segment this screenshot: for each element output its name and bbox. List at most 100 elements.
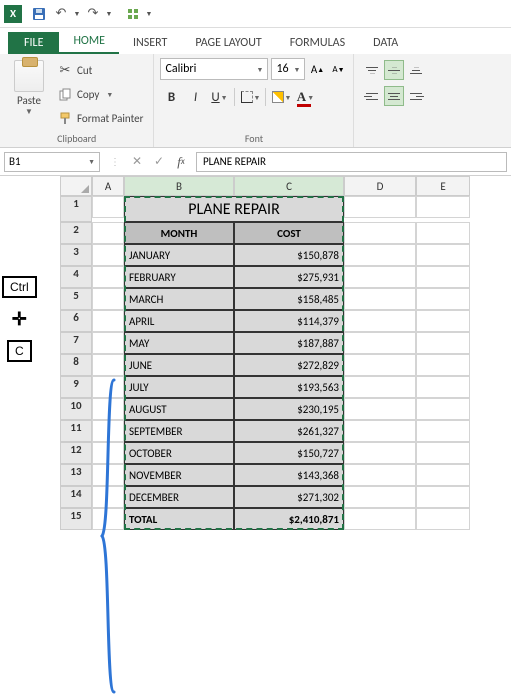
copy-dropdown-icon[interactable]: ▼ [106,90,113,99]
cell-month-3[interactable]: JANUARY [124,244,234,266]
align-center-button[interactable] [384,86,404,106]
cell-A11[interactable] [92,420,124,442]
row-header-3[interactable]: 3 [60,244,92,266]
font-size-select[interactable]: 16 ▼ [271,58,305,80]
cell-cost-13[interactable]: $143,368 [234,464,344,486]
cell-cost-5[interactable]: $158,485 [234,288,344,310]
spreadsheet-grid[interactable]: ABCDE1PLANE REPAIR2MONTHCOST3JANUARY$150… [60,176,511,530]
row-header-15[interactable]: 15 [60,508,92,530]
cell-D5[interactable] [344,288,416,310]
border-button[interactable]: ▼ [239,86,261,108]
cell-A1[interactable] [92,196,124,218]
cell-E7[interactable] [416,332,470,354]
cell-month-13[interactable]: NOVEMBER [124,464,234,486]
cell-cost-10[interactable]: $230,195 [234,398,344,420]
undo-dropdown[interactable]: ▼ [72,3,82,25]
row-header-4[interactable]: 4 [60,266,92,288]
cell-A10[interactable] [92,398,124,420]
cell-D9[interactable] [344,376,416,398]
format-painter-button[interactable]: Format Painter [58,108,143,128]
cell-E12[interactable] [416,442,470,464]
cell-A6[interactable] [92,310,124,332]
tab-home[interactable]: HOME [59,30,119,54]
cell-E3[interactable] [416,244,470,266]
align-middle-button[interactable] [384,60,404,80]
cell-A7[interactable] [92,332,124,354]
cell-D4[interactable] [344,266,416,288]
italic-button[interactable]: I [184,86,206,108]
font-color-button[interactable]: A▼ [294,86,316,108]
cell-month-10[interactable]: AUGUST [124,398,234,420]
redo-dropdown[interactable]: ▼ [104,3,114,25]
cell-month-8[interactable]: JUNE [124,354,234,376]
align-top-button[interactable] [362,60,382,80]
cell-cost-4[interactable]: $275,931 [234,266,344,288]
tab-formulas[interactable]: FORMULAS [276,32,359,54]
tab-file[interactable]: FILE [8,32,59,54]
cell-E15[interactable] [416,508,470,530]
cell-E13[interactable] [416,464,470,486]
redo-button[interactable]: ↷ [82,3,104,25]
align-right-button[interactable] [406,86,426,106]
row-header-10[interactable]: 10 [60,398,92,420]
cell-E11[interactable] [416,420,470,442]
row-header-2[interactable]: 2 [60,222,92,244]
bold-button[interactable]: B [160,86,182,108]
qat-customize-button[interactable] [122,3,144,25]
column-header-D[interactable]: D [344,176,416,196]
undo-button[interactable]: ↶ [50,3,72,25]
cell-E10[interactable] [416,398,470,420]
cell-month-4[interactable]: FEBRUARY [124,266,234,288]
cell-A9[interactable] [92,376,124,398]
cell-cost-12[interactable]: $150,727 [234,442,344,464]
cell-A8[interactable] [92,354,124,376]
cell-month-14[interactable]: DECEMBER [124,486,234,508]
row-header-1[interactable]: 1 [60,196,92,222]
cell-A5[interactable] [92,288,124,310]
fill-color-button[interactable]: ▼ [270,86,292,108]
enter-formula-button[interactable]: ✓ [148,152,170,172]
select-all-button[interactable] [60,176,92,196]
align-left-button[interactable] [362,86,382,106]
cell-month-7[interactable]: MAY [124,332,234,354]
cell-E5[interactable] [416,288,470,310]
name-box[interactable]: B1 ▼ [4,152,100,172]
cell-D13[interactable] [344,464,416,486]
row-header-13[interactable]: 13 [60,464,92,486]
cell-month-11[interactable]: SEPTEMBER [124,420,234,442]
cell-E2[interactable] [416,222,470,244]
cell-cost-8[interactable]: $272,829 [234,354,344,376]
paste-dropdown-icon[interactable]: ▼ [25,107,33,117]
decrease-font-button[interactable]: A▼ [329,58,347,80]
cell-D15[interactable] [344,508,416,530]
cell-cost-11[interactable]: $261,327 [234,420,344,442]
cell-A13[interactable] [92,464,124,486]
cell-E8[interactable] [416,354,470,376]
cell-A3[interactable] [92,244,124,266]
tab-page-layout[interactable]: PAGE LAYOUT [181,32,275,54]
cell-month-9[interactable]: JULY [124,376,234,398]
cell-month-12[interactable]: OCTOBER [124,442,234,464]
formula-input[interactable]: PLANE REPAIR [196,152,507,172]
column-header-B[interactable]: B [124,176,234,196]
cell-A4[interactable] [92,266,124,288]
cell-E4[interactable] [416,266,470,288]
cell-A14[interactable] [92,486,124,508]
row-header-8[interactable]: 8 [60,354,92,376]
row-header-11[interactable]: 11 [60,420,92,442]
cell-A15[interactable] [92,508,124,530]
cell-D2[interactable] [344,222,416,244]
row-header-7[interactable]: 7 [60,332,92,354]
cell-title[interactable]: PLANE REPAIR [124,196,344,222]
cell-cost-3[interactable]: $150,878 [234,244,344,266]
cut-button[interactable]: ✂ Cut [58,60,143,80]
cell-D10[interactable] [344,398,416,420]
paste-button[interactable]: Paste ▼ [6,58,52,131]
cell-cost-6[interactable]: $114,379 [234,310,344,332]
cell-A2[interactable] [92,222,124,244]
cell-D7[interactable] [344,332,416,354]
cell-total-cost[interactable]: $2,410,871 [234,508,344,530]
cell-cost-7[interactable]: $187,887 [234,332,344,354]
cell-cost-9[interactable]: $193,563 [234,376,344,398]
cell-D11[interactable] [344,420,416,442]
